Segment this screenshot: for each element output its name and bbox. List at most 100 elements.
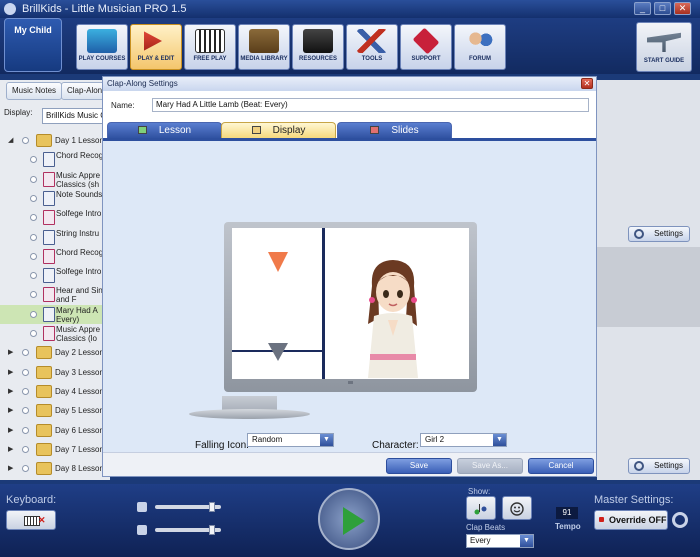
collapse-arrow-icon[interactable]: ▶: [8, 348, 13, 356]
tree-lesson-row[interactable]: Hear and Sin and F: [0, 285, 110, 304]
lesson-file-icon: [43, 287, 55, 302]
falling-icon-value: Random: [252, 435, 283, 444]
tab-slides[interactable]: Slides: [337, 122, 452, 139]
dialog-close-button[interactable]: ✕: [581, 78, 593, 89]
radio-button[interactable]: [22, 349, 29, 356]
free-play-button[interactable]: FREE PLAY: [184, 24, 236, 70]
expand-arrow-icon[interactable]: ◢: [8, 136, 13, 144]
save-as-button[interactable]: Save As...: [457, 458, 523, 474]
collapse-arrow-icon[interactable]: ▶: [8, 368, 13, 376]
radio-button[interactable]: [22, 407, 29, 414]
forum-button[interactable]: FORUM: [454, 24, 506, 70]
settings-button-1[interactable]: Settings: [628, 226, 690, 242]
keyboard-toggle-button[interactable]: ✕: [6, 510, 56, 530]
tree-day-row[interactable]: ◢ Day 1 Lessons: [0, 131, 110, 150]
dialog-title: Clap-Along Settings: [107, 79, 178, 88]
settings-button-2[interactable]: Settings: [628, 458, 690, 474]
support-button[interactable]: SUPPORT: [400, 24, 452, 70]
play-button[interactable]: [318, 488, 380, 550]
lesson-tab-icon: [137, 126, 147, 134]
save-button[interactable]: Save: [386, 458, 452, 474]
volume-slider-2[interactable]: [137, 525, 223, 535]
tree-day-row[interactable]: ▶ Day 3 Lessons: [0, 363, 110, 382]
display-select[interactable]: BrillKids Music C: [42, 108, 104, 124]
resources-button[interactable]: RESOURCES: [292, 24, 344, 70]
radio-button[interactable]: [22, 446, 29, 453]
tempo-label: Tempo: [555, 522, 581, 531]
override-toggle-button[interactable]: Override OFF: [594, 510, 668, 530]
collapse-arrow-icon[interactable]: ▶: [8, 445, 13, 453]
radio-button[interactable]: [22, 137, 29, 144]
character-select[interactable]: Girl 2 ▼: [420, 433, 507, 447]
tab-lesson[interactable]: Lesson: [107, 122, 222, 139]
media-library-button[interactable]: MEDIA LIBRARY: [238, 24, 290, 70]
tree-lesson-row[interactable]: Solfege Intro: [0, 266, 110, 285]
tree-lesson-row[interactable]: Note Sounds: [0, 189, 110, 208]
tree-lesson-row[interactable]: Music Appre Classics (lo: [0, 324, 110, 343]
maximize-button[interactable]: □: [654, 2, 671, 15]
volume-knob-1[interactable]: [209, 502, 215, 512]
tab-slides-label: Slides: [391, 125, 419, 136]
app-icon: [4, 3, 16, 15]
collapse-arrow-icon[interactable]: ▶: [8, 406, 13, 414]
show-notes-button[interactable]: [466, 496, 496, 520]
radio-button[interactable]: [30, 156, 37, 163]
radio-button[interactable]: [30, 234, 37, 241]
chevron-down-icon[interactable]: ▼: [520, 535, 533, 547]
tree-lesson-row[interactable]: Chord Recog: [0, 150, 110, 169]
tempo-value[interactable]: 91: [556, 507, 578, 519]
tree-lesson-row[interactable]: Solfege Intro: [0, 208, 110, 227]
tree-lesson-row[interactable]: Mary Had A Every): [0, 305, 110, 324]
tree-day-row[interactable]: ▶ Day 4 Lessons: [0, 382, 110, 401]
play-edit-button[interactable]: PLAY & EDIT: [130, 24, 182, 70]
window-title: BrillKids - Little Musician PRO 1.5: [22, 3, 187, 15]
name-field[interactable]: Mary Had A Little Lamb (Beat: Every): [152, 98, 589, 112]
tree-day-row[interactable]: ▶ Day 8 Lessons: [0, 459, 110, 478]
tree-day-row[interactable]: ▶ Day 6 Lessons: [0, 421, 110, 440]
tree-day-row[interactable]: ▶ Day 5 Lessons: [0, 401, 110, 420]
volume-knob-2[interactable]: [209, 525, 215, 535]
tab-music-notes[interactable]: Music Notes: [6, 82, 63, 100]
radio-button[interactable]: [30, 272, 37, 279]
radio-button[interactable]: [22, 427, 29, 434]
collapse-arrow-icon[interactable]: ▶: [8, 387, 13, 395]
radio-button[interactable]: [22, 388, 29, 395]
collapse-arrow-icon[interactable]: ▶: [8, 464, 13, 472]
radio-button[interactable]: [30, 195, 37, 202]
radio-button[interactable]: [30, 330, 37, 337]
clap-beats-value: Every: [470, 536, 491, 545]
tree-lesson-row[interactable]: String Instru: [0, 228, 110, 247]
chevron-down-icon[interactable]: ▼: [320, 434, 333, 446]
chevron-down-icon[interactable]: ▼: [493, 434, 506, 446]
radio-button[interactable]: [30, 291, 37, 298]
tree-day-row[interactable]: ▶ Day 2 Lessons: [0, 343, 110, 362]
my-child-button[interactable]: My Child: [4, 18, 62, 72]
minimize-button[interactable]: _: [634, 2, 651, 15]
tree-lesson-row[interactable]: Chord Recog: [0, 247, 110, 266]
tools-label: TOOLS: [361, 56, 383, 62]
gear-icon: [634, 461, 644, 471]
radio-button[interactable]: [22, 369, 29, 376]
show-character-button[interactable]: [502, 496, 532, 520]
master-settings-gear-icon[interactable]: [672, 512, 688, 528]
radio-button[interactable]: [30, 311, 37, 318]
falling-icon-select[interactable]: Random ▼: [247, 433, 334, 447]
tree-lesson-row[interactable]: Music Appre Classics (sh: [0, 170, 110, 189]
radio-button[interactable]: [30, 176, 37, 183]
start-guide-button[interactable]: START GUIDE: [636, 22, 692, 72]
play-courses-button[interactable]: PLAY COURSES: [76, 24, 128, 70]
cancel-button[interactable]: Cancel: [528, 458, 594, 474]
tools-button[interactable]: TOOLS: [346, 24, 398, 70]
lesson-file-icon: [43, 152, 55, 167]
collapse-arrow-icon[interactable]: ▶: [8, 426, 13, 434]
close-window-button[interactable]: ✕: [674, 2, 691, 15]
media-library-icon: [249, 29, 279, 53]
play-courses-label: PLAY COURSES: [78, 56, 126, 62]
clap-beats-select[interactable]: Every ▼: [466, 534, 534, 548]
volume-slider-1[interactable]: [137, 502, 223, 512]
tab-display[interactable]: Display: [221, 122, 336, 139]
radio-button[interactable]: [30, 253, 37, 260]
tree-day-row[interactable]: ▶ Day 7 Lessons: [0, 440, 110, 459]
radio-button[interactable]: [22, 465, 29, 472]
radio-button[interactable]: [30, 214, 37, 221]
